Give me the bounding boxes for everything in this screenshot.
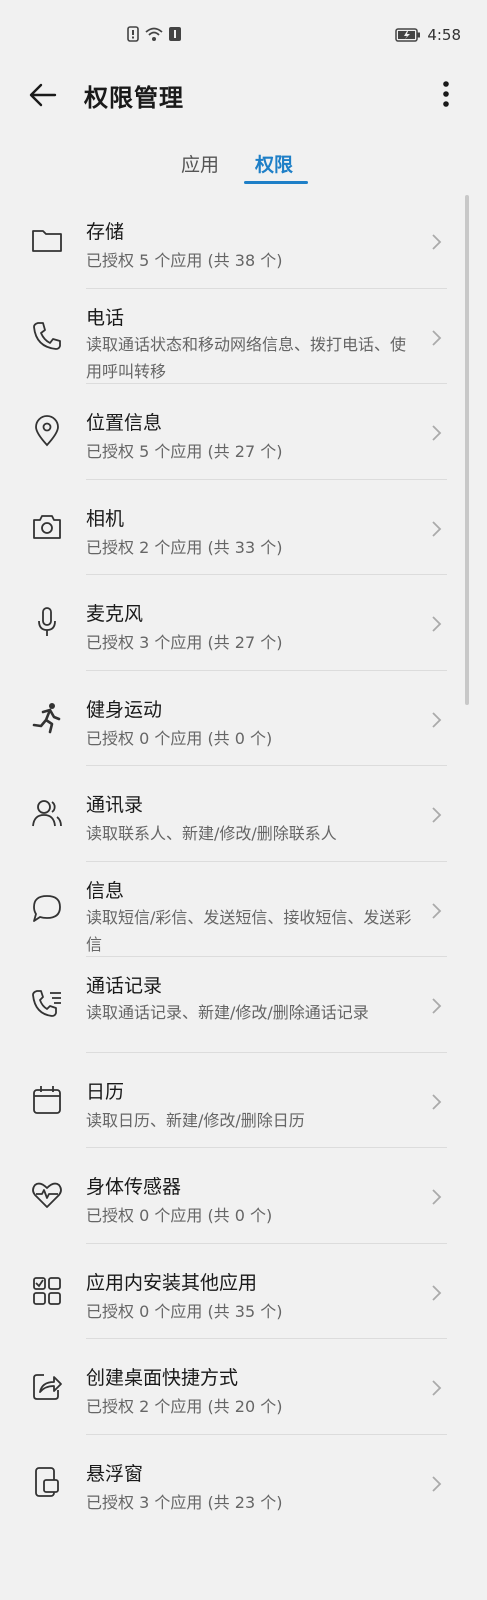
heart-pulse-icon xyxy=(30,1178,64,1212)
back-arrow-icon xyxy=(28,80,64,110)
chevron-right-icon xyxy=(431,520,443,538)
calendar-icon xyxy=(30,1083,64,1117)
chevron-right-icon xyxy=(431,806,443,824)
call-log-icon xyxy=(30,987,64,1021)
permission-item-location[interactable]: 位置信息 已授权 5 个应用 (共 27 个) xyxy=(0,384,487,480)
chevron-right-icon xyxy=(431,615,443,633)
app-header: 权限管理 xyxy=(0,70,487,120)
permission-item-contacts[interactable]: 通讯录 读取联系人、新建/修改/删除联系人 xyxy=(0,766,487,862)
tab-permissions[interactable]: 权限 xyxy=(255,150,293,177)
permission-item-shortcut[interactable]: 创建桌面快捷方式 已授权 2 个应用 (共 20 个) xyxy=(0,1339,487,1435)
permission-title: 应用内安装其他应用 xyxy=(86,1271,258,1294)
permission-subtitle: 已授权 0 个应用 (共 35 个) xyxy=(86,1301,283,1321)
permission-title: 信息 xyxy=(86,879,125,902)
permission-title: 电话 xyxy=(86,306,125,329)
camera-icon xyxy=(30,510,64,544)
permission-subtitle: 读取联系人、新建/修改/删除联系人 xyxy=(86,824,337,843)
back-button[interactable] xyxy=(28,80,64,110)
floating-window-icon xyxy=(30,1465,64,1499)
permission-title: 麦克风 xyxy=(86,603,144,625)
permission-title: 健身运动 xyxy=(86,698,163,721)
permission-title: 存储 xyxy=(86,221,125,243)
permission-title: 身体传感器 xyxy=(86,1176,182,1198)
status-icons-right: 4:58 xyxy=(395,26,461,44)
permission-subtitle: 读取通话状态和移动网络信息、拨打电话、使用呼叫转移 xyxy=(86,334,407,381)
chevron-right-icon xyxy=(431,1188,443,1206)
tab-bar: 应用 权限 xyxy=(0,145,487,185)
page-title: 权限管理 xyxy=(84,84,184,112)
app-grid-icon xyxy=(30,1274,64,1308)
permission-title: 通话记录 xyxy=(86,975,163,997)
permission-item-install-apps[interactable]: 应用内安装其他应用 已授权 0 个应用 (共 35 个) xyxy=(0,1244,487,1339)
chevron-right-icon xyxy=(431,424,443,442)
permission-title: 创建桌面快捷方式 xyxy=(86,1367,239,1389)
chevron-right-icon xyxy=(431,1284,443,1302)
wifi-icon xyxy=(144,26,164,42)
permission-title: 日历 xyxy=(86,1080,125,1103)
tab-apps[interactable]: 应用 xyxy=(181,150,219,177)
chevron-right-icon xyxy=(431,711,443,729)
permission-item-call-log[interactable]: 通话记录 读取通话记录、新建/修改/删除通话记录 xyxy=(0,957,487,1053)
active-tab-indicator xyxy=(244,181,308,184)
shortcut-share-icon xyxy=(30,1369,64,1403)
chevron-right-icon xyxy=(431,233,443,251)
permission-subtitle: 已授权 2 个应用 (共 20 个) xyxy=(86,1397,283,1416)
permission-subtitle: 已授权 3 个应用 (共 27 个) xyxy=(86,633,283,652)
permission-item-microphone[interactable]: 麦克风 已授权 3 个应用 (共 27 个) xyxy=(0,575,487,671)
permission-title: 悬浮窗 xyxy=(86,1462,144,1485)
more-vertical-icon xyxy=(439,78,453,112)
permission-title: 相机 xyxy=(86,507,125,530)
permission-subtitle: 已授权 0 个应用 (共 0 个) xyxy=(86,1206,273,1225)
status-bar: 4:58 xyxy=(0,0,487,70)
chevron-right-icon xyxy=(431,1093,443,1111)
permission-item-floating-window[interactable]: 悬浮窗 已授权 3 个应用 (共 23 个) xyxy=(0,1435,487,1531)
chevron-right-icon xyxy=(431,997,443,1015)
permission-subtitle: 已授权 5 个应用 (共 38 个) xyxy=(86,251,283,270)
chevron-right-icon xyxy=(431,1475,443,1493)
permission-item-body-sensors[interactable]: 身体传感器 已授权 0 个应用 (共 0 个) xyxy=(0,1148,487,1244)
notification-icon xyxy=(168,26,182,42)
permission-subtitle: 已授权 0 个应用 (共 0 个) xyxy=(86,728,273,748)
nfc-icon xyxy=(126,26,140,42)
folder-icon xyxy=(30,223,64,257)
permission-item-storage[interactable]: 存储 已授权 5 个应用 (共 38 个) xyxy=(0,193,487,289)
permission-subtitle: 读取日历、新建/修改/删除日历 xyxy=(86,1110,305,1130)
chevron-right-icon xyxy=(431,902,443,920)
permission-subtitle: 已授权 2 个应用 (共 33 个) xyxy=(86,537,283,557)
permission-subtitle: 已授权 3 个应用 (共 23 个) xyxy=(86,1492,283,1512)
permission-item-messages[interactable]: 信息 读取短信/彩信、发送短信、接收短信、发送彩信 xyxy=(0,862,487,957)
permission-title: 通讯录 xyxy=(86,794,144,816)
status-time: 4:58 xyxy=(427,26,461,44)
location-pin-icon xyxy=(30,414,64,448)
contacts-icon xyxy=(30,796,64,830)
running-person-icon xyxy=(30,701,64,735)
permission-title: 位置信息 xyxy=(86,412,163,434)
permission-item-calendar[interactable]: 日历 读取日历、新建/修改/删除日历 xyxy=(0,1053,487,1148)
more-options-button[interactable] xyxy=(439,78,453,112)
microphone-icon xyxy=(30,605,64,639)
message-bubble-icon xyxy=(30,892,64,926)
permission-item-fitness[interactable]: 健身运动 已授权 0 个应用 (共 0 个) xyxy=(0,671,487,766)
permission-item-camera[interactable]: 相机 已授权 2 个应用 (共 33 个) xyxy=(0,480,487,575)
status-icons-left xyxy=(126,26,182,42)
battery-icon xyxy=(395,28,421,42)
permission-item-phone[interactable]: 电话 读取通话状态和移动网络信息、拨打电话、使用呼叫转移 xyxy=(0,289,487,384)
permission-subtitle: 读取短信/彩信、发送短信、接收短信、发送彩信 xyxy=(86,907,412,954)
permission-subtitle: 读取通话记录、新建/修改/删除通话记录 xyxy=(86,1003,369,1022)
permission-subtitle: 已授权 5 个应用 (共 27 个) xyxy=(86,442,283,461)
phone-icon xyxy=(30,319,64,353)
chevron-right-icon xyxy=(431,1379,443,1397)
chevron-right-icon xyxy=(431,329,443,347)
permission-list: 存储 已授权 5 个应用 (共 38 个) 电话 读取通话状态和移动网络信息、拨… xyxy=(0,193,487,1530)
